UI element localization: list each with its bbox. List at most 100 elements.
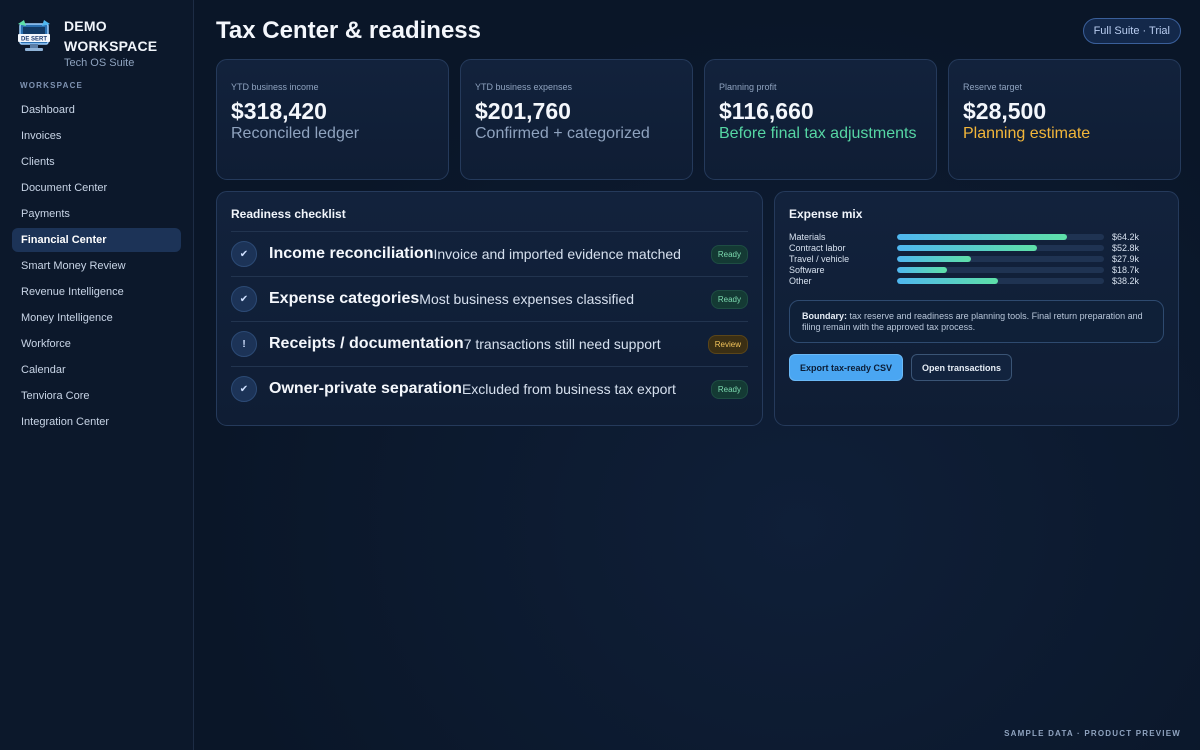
stat-value: $318,420 [231, 98, 327, 124]
stat-value: $201,760 [475, 98, 571, 124]
expense-mix-bar [897, 255, 972, 262]
sidebar-item-workforce[interactable]: Workforce [12, 332, 181, 356]
stat-card-reserve-target: Reserve target $28,500 Planning estimate [948, 59, 1181, 180]
expense-mix-value: $52.8k [1112, 242, 1140, 253]
expense-mix-bar [897, 277, 999, 284]
stat-label: Planning profit [719, 82, 777, 92]
expense-mix-value: $64.2k [1112, 231, 1140, 242]
sidebar-item-tenviora-core[interactable]: Tenviora Core [12, 384, 181, 408]
stat-label: Reserve target [963, 82, 1023, 92]
stat-cards: YTD business income $318,420 Reconciled … [216, 59, 1181, 180]
checklist-item-title: Expense categories [269, 290, 420, 307]
sidebar-item-document-center[interactable]: Document Center [12, 176, 181, 200]
sidebar-item-invoices[interactable]: Invoices [12, 124, 181, 148]
expense-mix-row: Materials $64.2k [789, 231, 1164, 242]
checklist-title: Readiness checklist [231, 207, 346, 221]
stat-note: Confirmed + categorized [475, 125, 650, 142]
sidebar-nav: Dashboard Invoices Clients Document Cent… [12, 98, 181, 434]
checklist-item-expense-categories[interactable]: ✔ Expense categories Most business expen… [231, 276, 748, 321]
readiness-checklist: Readiness checklist ✔ Income reconciliat… [216, 191, 763, 426]
sidebar-item-calendar[interactable]: Calendar [12, 358, 181, 382]
alert-icon: ! [231, 331, 257, 357]
export-csv-button[interactable]: Export tax-ready CSV [789, 354, 904, 381]
expense-mix-title: Expense mix [789, 207, 863, 221]
brand[interactable]: DE SERT DEMO WORKSPACE Tech OS Suite [12, 16, 181, 69]
stat-note: Before final tax adjustments [719, 125, 917, 142]
header: Tax Center & readiness Full Suite · Tria… [216, 16, 1181, 46]
sidebar-item-money-intelligence[interactable]: Money Intelligence [12, 306, 181, 330]
stat-note: Planning estimate [963, 125, 1091, 142]
plan-badge[interactable]: Full Suite · Trial [1082, 18, 1181, 44]
stat-label: YTD business expenses [475, 82, 573, 92]
expense-mix-track [897, 255, 1104, 262]
expense-mix-bar [897, 266, 947, 273]
status-badge: Ready [710, 379, 748, 399]
expense-mix-track [897, 244, 1104, 251]
boundary-note: Boundary: tax reserve and readiness are … [789, 300, 1164, 343]
sidebar-item-revenue-intelligence[interactable]: Revenue Intelligence [12, 280, 181, 304]
brand-subtitle: Tech OS Suite [64, 57, 135, 69]
expense-mix-track [897, 277, 1104, 284]
stat-label: YTD business income [231, 82, 319, 92]
page-title: Tax Center & readiness [216, 17, 481, 44]
checklist-item-income-reconciliation[interactable]: ✔ Income reconciliation Invoice and impo… [231, 231, 748, 276]
expense-mix-bar [897, 233, 1068, 240]
expense-mix-row: Contract labor $52.8k [789, 242, 1164, 253]
checklist-item-title: Receipts / documentation [269, 335, 464, 352]
expense-mix-label: Other [789, 275, 812, 286]
workspace-logo-icon: DE SERT [14, 18, 54, 58]
boundary-label: Boundary: [802, 311, 847, 321]
status-badge: Review [707, 334, 748, 354]
expense-mix-value: $38.2k [1112, 275, 1140, 286]
stat-value: $116,660 [719, 98, 814, 124]
open-transactions-button[interactable]: Open transactions [911, 354, 1013, 381]
sidebar-item-financial-center[interactable]: Financial Center [12, 228, 181, 252]
checklist-item-desc: Invoice and imported evidence matched [433, 246, 681, 262]
checklist-item-title: Income reconciliation [269, 245, 434, 262]
app-root: DE SERT DEMO WORKSPACE Tech OS Suite WOR… [0, 0, 1200, 750]
expense-mix-value: $18.7k [1112, 264, 1140, 275]
sidebar-item-dashboard[interactable]: Dashboard [12, 98, 181, 122]
logo-text: DE SERT [21, 37, 47, 43]
check-icon: ✔ [231, 241, 257, 267]
expense-mix-value: $27.9k [1112, 253, 1140, 264]
check-icon: ✔ [231, 376, 257, 402]
sidebar-item-smart-money-review[interactable]: Smart Money Review [12, 254, 181, 278]
brand-name-line1: DEMO [64, 18, 107, 34]
expense-mix-row: Software $18.7k [789, 264, 1164, 275]
sidebar-item-payments[interactable]: Payments [12, 202, 181, 226]
sample-data-tag: SAMPLE DATA · PRODUCT PREVIEW [1004, 729, 1181, 738]
sidebar-item-integration-center[interactable]: Integration Center [12, 410, 181, 434]
stat-card-income: YTD business income $318,420 Reconciled … [216, 59, 449, 180]
panels: Readiness checklist ✔ Income reconciliat… [216, 191, 1181, 426]
stat-note: Reconciled ledger [231, 125, 360, 142]
checklist-item-title: Owner-private separation [269, 380, 462, 397]
sidebar: DE SERT DEMO WORKSPACE Tech OS Suite WOR… [0, 0, 194, 750]
checklist-item-receipts-documentation[interactable]: ! Receipts / documentation 7 transaction… [231, 321, 748, 366]
expense-mix-label: Materials [789, 231, 826, 242]
expense-mix-track [897, 233, 1104, 240]
status-badge: Ready [710, 244, 748, 264]
status-badge: Ready [710, 289, 748, 309]
main-content: Tax Center & readiness Full Suite · Tria… [194, 0, 1200, 750]
stat-card-planning-profit: Planning profit $116,660 Before final ta… [704, 59, 937, 180]
checklist-item-owner-private-separation[interactable]: ✔ Owner-private separation Excluded from… [231, 366, 748, 411]
checklist-item-desc: Most business expenses classified [419, 291, 635, 307]
expense-mix-bars: Materials $64.2k Contract labor $52.8k T… [789, 231, 1164, 286]
expense-mix-label: Travel / vehicle [789, 253, 850, 264]
expense-mix-row: Travel / vehicle $27.9k [789, 253, 1164, 264]
stat-card-expenses: YTD business expenses $201,760 Confirmed… [460, 59, 693, 180]
checklist-item-desc: Excluded from business tax export [461, 381, 676, 397]
expense-mix-row: Other $38.2k [789, 275, 1164, 286]
boundary-text: tax reserve and readiness are planning t… [802, 311, 1143, 332]
expense-mix-label: Contract labor [789, 242, 846, 253]
sidebar-section-label: WORKSPACE [20, 81, 84, 90]
check-icon: ✔ [231, 286, 257, 312]
brand-name-line2: WORKSPACE [64, 38, 158, 54]
expense-actions: Export tax-ready CSV Open transactions [789, 354, 1164, 381]
stat-value: $28,500 [963, 98, 1047, 124]
checklist-item-desc: 7 transactions still need support [463, 336, 661, 352]
sidebar-item-clients[interactable]: Clients [12, 150, 181, 174]
expense-mix-label: Software [789, 264, 825, 275]
expense-mix-panel: Expense mix Materials $64.2k Contract la… [774, 191, 1179, 426]
